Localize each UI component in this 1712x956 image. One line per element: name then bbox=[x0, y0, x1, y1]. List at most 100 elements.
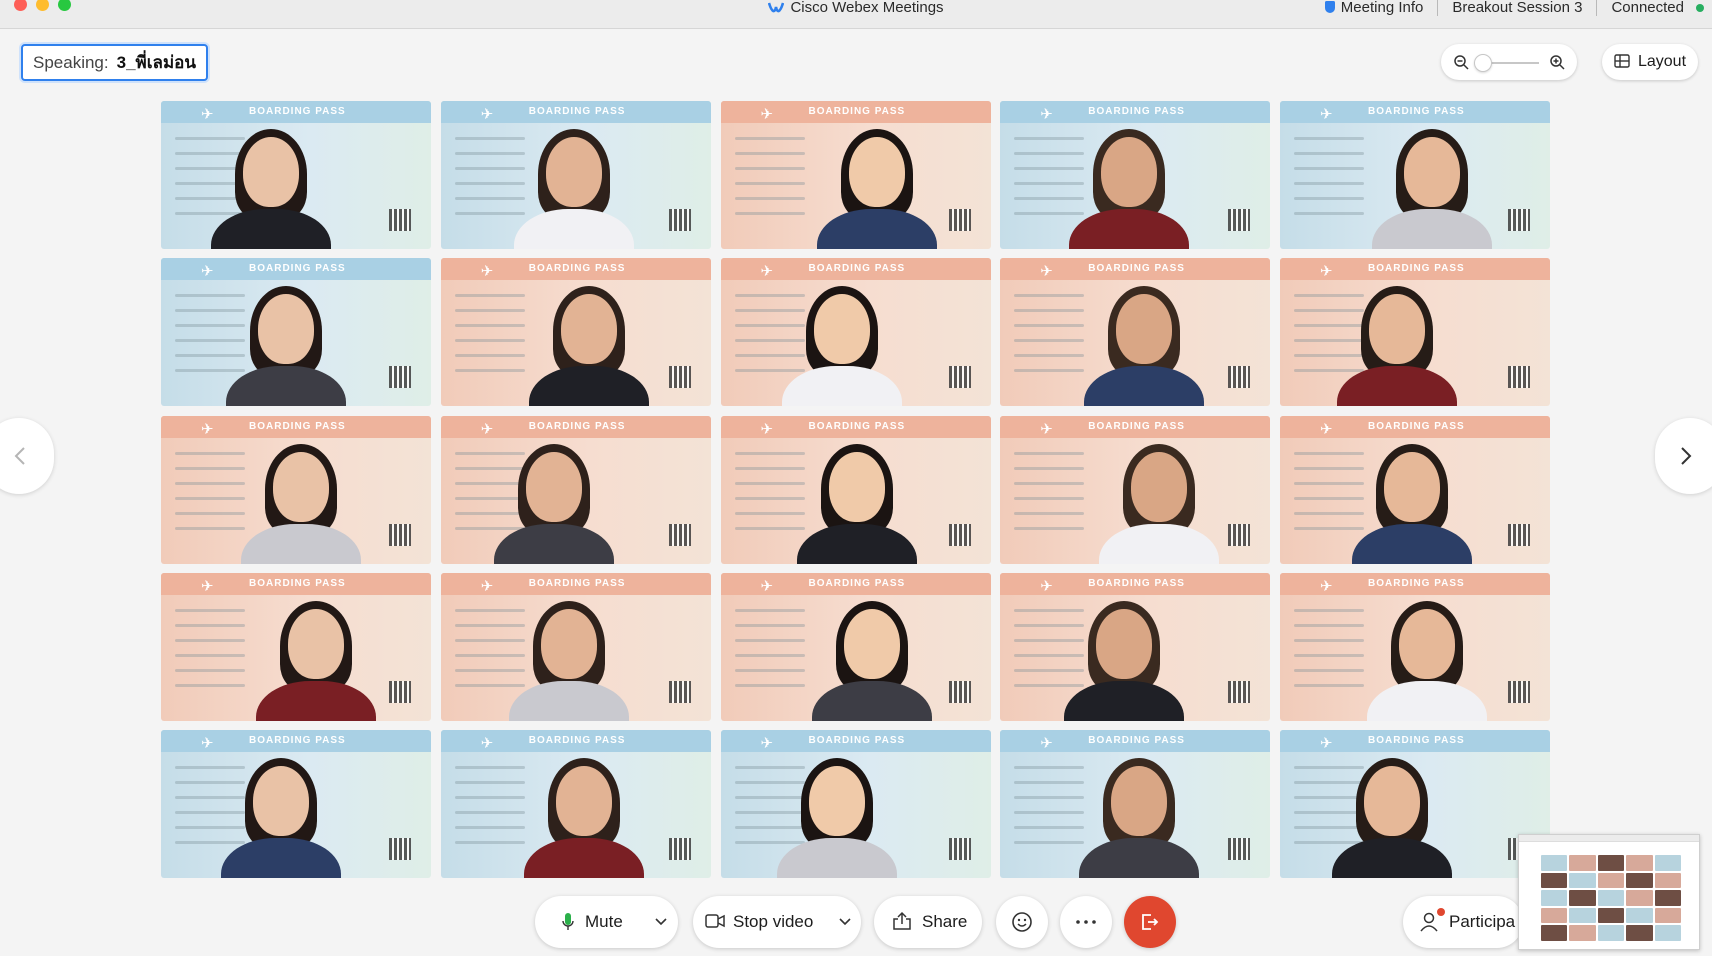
thumbnail-tile bbox=[1626, 872, 1653, 889]
background-text-lines bbox=[734, 137, 805, 227]
airplane-icon: ✈ bbox=[201, 106, 214, 123]
boarding-pass-heading: BOARDING PASS bbox=[808, 735, 906, 746]
participant-video-tile[interactable]: ✈ BOARDING PASS bbox=[440, 572, 711, 721]
participant-video-tile[interactable]: ✈ BOARDING PASS bbox=[161, 572, 431, 721]
reactions-button[interactable] bbox=[996, 896, 1048, 948]
participant-video bbox=[519, 756, 649, 878]
participant-video-tile[interactable]: ✈ BOARDING PASS bbox=[720, 258, 991, 407]
qr-code-icon bbox=[389, 366, 411, 389]
thumbnail-tile bbox=[1541, 872, 1568, 889]
participant-video-tile[interactable]: ✈ BOARDING PASS bbox=[1000, 572, 1271, 721]
participant-video-tile[interactable]: ✈ BOARDING PASS bbox=[1000, 101, 1271, 249]
chevron-down-icon[interactable] bbox=[839, 918, 851, 926]
qr-code-icon bbox=[1228, 838, 1251, 860]
airplane-icon: ✈ bbox=[201, 735, 214, 752]
title-bar-actions: Meeting Info Breakout Session 3 Connecte… bbox=[1324, 0, 1704, 16]
participant-video-tile[interactable]: ✈ BOARDING PASS bbox=[1280, 730, 1550, 878]
boarding-pass-heading: BOARDING PASS bbox=[808, 106, 906, 117]
video-camera-icon bbox=[705, 914, 725, 928]
qr-code-icon bbox=[389, 209, 411, 231]
participant-video-tile[interactable]: ✈ BOARDING PASS bbox=[720, 730, 991, 878]
webex-logo-icon bbox=[768, 2, 785, 13]
participants-button[interactable]: Participa bbox=[1403, 896, 1523, 948]
thumbnail-tile bbox=[1541, 925, 1568, 941]
speaker-name: 3_พี่เลม่อน bbox=[116, 53, 197, 72]
leave-icon bbox=[1142, 914, 1159, 930]
qr-code-icon bbox=[389, 680, 411, 703]
participant-video bbox=[1064, 127, 1194, 249]
participant-video bbox=[1094, 442, 1224, 564]
boarding-pass-heading: BOARDING PASS bbox=[808, 577, 906, 589]
participant-video-tile[interactable]: ✈ BOARDING PASS bbox=[161, 415, 431, 564]
background-text-lines bbox=[454, 294, 525, 384]
airplane-icon: ✈ bbox=[760, 577, 774, 595]
participant-video-tile[interactable]: ✈ BOARDING PASS bbox=[1000, 258, 1271, 407]
meeting-info-link[interactable]: Meeting Info bbox=[1324, 0, 1424, 16]
thumbnail-tile bbox=[1626, 907, 1653, 924]
participant-video-tile[interactable]: ✈ BOARDING PASS bbox=[440, 258, 711, 407]
boarding-pass-heading: BOARDING PASS bbox=[1088, 106, 1185, 117]
background-text-lines bbox=[734, 608, 805, 699]
chevron-left-icon bbox=[14, 447, 25, 465]
participant-video-tile[interactable]: ✈ BOARDING PASS bbox=[1280, 415, 1550, 564]
zoom-in-icon[interactable] bbox=[1549, 54, 1565, 70]
participant-video-grid: ✈ BOARDING PASS ✈ BOARDING PASS ✈ BOARDING PA… bbox=[161, 101, 1550, 878]
zoom-slider-handle[interactable] bbox=[1474, 54, 1492, 72]
chevron-down-icon[interactable] bbox=[655, 918, 667, 926]
boarding-pass-heading: BOARDING PASS bbox=[528, 735, 626, 746]
thumbnail-tile bbox=[1569, 855, 1596, 871]
participant-video-tile[interactable]: ✈ BOARDING PASS bbox=[161, 101, 431, 249]
participant-video-tile[interactable]: ✈ BOARDING PASS bbox=[440, 730, 711, 878]
app-title-text: Cisco Webex Meetings bbox=[790, 0, 944, 16]
participant-video-tile[interactable]: ✈ BOARDING PASS bbox=[1000, 415, 1271, 564]
participant-video bbox=[792, 442, 922, 564]
participant-video-tile[interactable]: ✈ BOARDING PASS bbox=[720, 415, 991, 564]
participant-video bbox=[221, 284, 351, 407]
participant-video-tile[interactable]: ✈ BOARDING PASS bbox=[720, 101, 991, 249]
thumbnail-tile bbox=[1597, 872, 1625, 889]
self-view-thumbnail[interactable] bbox=[1518, 834, 1700, 950]
participant-video bbox=[206, 127, 336, 249]
background-text-lines bbox=[1014, 451, 1085, 542]
leave-meeting-button[interactable] bbox=[1124, 896, 1176, 948]
participant-video bbox=[772, 756, 902, 878]
participant-video bbox=[1362, 599, 1492, 721]
reactions-icon bbox=[1012, 912, 1032, 932]
boarding-pass-heading: BOARDING PASS bbox=[1088, 263, 1185, 275]
qr-code-icon bbox=[1228, 366, 1251, 389]
airplane-icon: ✈ bbox=[1320, 420, 1333, 438]
active-speaker-badge: Speaking: 3_พี่เลม่อน bbox=[21, 44, 209, 81]
participant-video-tile[interactable]: ✈ BOARDING PASS bbox=[1280, 572, 1550, 721]
participant-video bbox=[1367, 127, 1497, 249]
meeting-info-label: Meeting Info bbox=[1340, 0, 1424, 16]
boarding-pass-heading: BOARDING PASS bbox=[1368, 263, 1465, 275]
layout-button[interactable]: Layout bbox=[1602, 44, 1698, 80]
zoom-out-icon[interactable] bbox=[1453, 54, 1469, 70]
stop-video-button[interactable]: Stop video bbox=[693, 896, 861, 948]
participant-video-tile[interactable]: ✈ BOARDING PASS bbox=[161, 258, 431, 407]
participant-video-tile[interactable]: ✈ BOARDING PASS bbox=[440, 415, 711, 564]
background-text-lines bbox=[175, 451, 245, 542]
participant-video-tile[interactable]: ✈ BOARDING PASS bbox=[1280, 101, 1550, 249]
participant-video-tile[interactable]: ✈ BOARDING PASS bbox=[1280, 258, 1550, 407]
participant-video-tile[interactable]: ✈ BOARDING PASS bbox=[440, 101, 711, 249]
previous-page-button[interactable] bbox=[0, 418, 54, 494]
qr-code-icon bbox=[389, 838, 411, 860]
participant-video-tile[interactable]: ✈ BOARDING PASS bbox=[1000, 730, 1271, 878]
airplane-icon: ✈ bbox=[1040, 420, 1053, 438]
participant-video-tile[interactable]: ✈ BOARDING PASS bbox=[720, 572, 991, 721]
airplane-icon: ✈ bbox=[1040, 263, 1053, 281]
breakout-session-label[interactable]: Breakout Session 3 bbox=[1452, 0, 1582, 16]
speaking-label: Speaking: bbox=[33, 53, 109, 72]
participant-video-tile[interactable]: ✈ BOARDING PASS bbox=[161, 730, 431, 878]
boarding-pass-heading: BOARDING PASS bbox=[249, 106, 346, 117]
qr-code-icon bbox=[948, 523, 971, 546]
qr-code-icon bbox=[668, 680, 691, 703]
mute-button[interactable]: Mute bbox=[535, 896, 678, 948]
next-page-button[interactable] bbox=[1655, 418, 1712, 494]
boarding-pass-heading: BOARDING PASS bbox=[808, 263, 906, 275]
more-options-button[interactable] bbox=[1060, 896, 1112, 948]
share-button[interactable]: Share bbox=[874, 896, 982, 948]
qr-code-icon bbox=[948, 680, 971, 703]
layout-label: Layout bbox=[1637, 53, 1687, 70]
